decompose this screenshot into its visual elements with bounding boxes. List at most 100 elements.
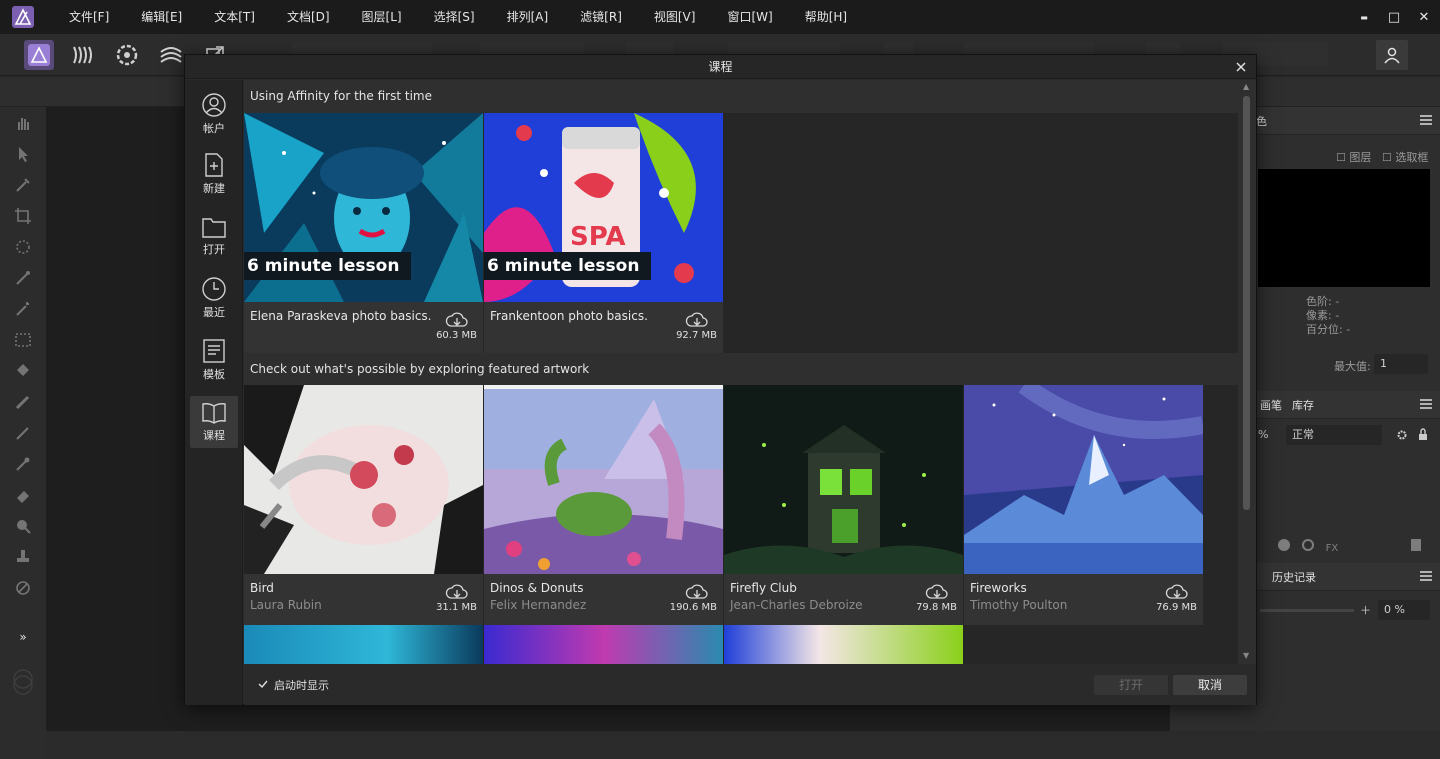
featured-thumbnail-partial[interactable] <box>244 625 483 664</box>
gear-icon[interactable] <box>1396 429 1408 441</box>
history-slider[interactable] <box>1260 609 1354 612</box>
featured-thumbnail[interactable] <box>724 385 963 574</box>
history-zoom-field[interactable]: 0 % <box>1378 600 1430 620</box>
layers-checkbox[interactable]: ☐ 图层 <box>1336 149 1371 165</box>
affinity-photo-logo-icon[interactable] <box>12 6 34 28</box>
blur-icon <box>17 519 31 534</box>
scroll-down-icon[interactable]: ▼ <box>1243 651 1249 660</box>
panel-menu-icon[interactable] <box>1420 571 1432 581</box>
close-window-button[interactable]: ✕ <box>1408 0 1440 34</box>
pixel-tool[interactable] <box>0 417 46 448</box>
scroll-up-icon[interactable]: ▲ <box>1243 82 1249 91</box>
red-eye-tool[interactable] <box>0 572 46 603</box>
cancel-button[interactable]: 取消 <box>1173 675 1247 695</box>
adjustment-icon[interactable] <box>1301 539 1314 551</box>
fx-icon[interactable]: FX <box>1326 543 1340 554</box>
maximize-button[interactable]: □ <box>1378 0 1410 34</box>
erase-tool[interactable] <box>0 479 46 510</box>
download-button[interactable]: 76.9 MB <box>1149 583 1197 613</box>
paint-brush-tool[interactable] <box>0 386 46 417</box>
nav-account[interactable]: 帐户 <box>190 88 238 140</box>
move-tool[interactable] <box>0 138 46 169</box>
wand-icon <box>16 301 29 316</box>
photo-persona-button[interactable] <box>24 40 54 70</box>
download-button[interactable]: 60.3 MB <box>429 311 477 341</box>
panel-menu-icon[interactable] <box>1420 115 1432 125</box>
tone-mapping-persona-button[interactable] <box>156 40 186 70</box>
flood-fill-tool[interactable] <box>0 355 46 386</box>
view-tool[interactable] <box>0 107 46 138</box>
liquify-persona-icon <box>73 46 92 64</box>
tab-history[interactable]: 历史记录 <box>1272 569 1316 585</box>
menu-help[interactable]: 帮助[H] <box>788 0 862 34</box>
crop-tool[interactable] <box>0 200 46 231</box>
more-tools-button[interactable]: » <box>0 621 46 652</box>
menu-layer[interactable]: 图层[L] <box>345 0 417 34</box>
menu-select[interactable]: 选择[S] <box>417 0 490 34</box>
featured-author: Felix Hernandez <box>490 598 587 612</box>
featured-thumbnail[interactable] <box>244 385 483 574</box>
menu-window[interactable]: 窗口[W] <box>710 0 787 34</box>
minimize-button[interactable]: ▬ <box>1348 0 1380 34</box>
folder-icon <box>202 218 226 238</box>
tab-brushes[interactable]: 画笔 <box>1260 397 1282 413</box>
blur-tool[interactable] <box>0 510 46 541</box>
mask-icon[interactable] <box>1278 539 1290 551</box>
open-button[interactable]: 打开 <box>1094 675 1168 695</box>
lesson-card[interactable]: SPA 6 minute lesson Frankentoon photo ba… <box>484 113 723 353</box>
blend-mode-value: 正常 <box>1292 428 1314 441</box>
tab-stock[interactable]: 库存 <box>1292 397 1314 413</box>
magic-wand-tool[interactable] <box>0 293 46 324</box>
content-scrollbar[interactable]: ▲ ▼ <box>1239 80 1255 664</box>
menu-document[interactable]: 文档[D] <box>270 0 345 34</box>
scroll-thumb[interactable] <box>1243 96 1250 510</box>
panel-menu-icon[interactable] <box>1420 399 1432 409</box>
menu-text[interactable]: 文本[T] <box>197 0 270 34</box>
color-wheel-widget[interactable] <box>0 666 46 697</box>
selection-brush-tool[interactable] <box>0 231 46 262</box>
marquee-checkbox[interactable]: ☐ 选取框 <box>1382 149 1428 165</box>
trash-icon[interactable] <box>1411 539 1422 551</box>
marquee-tool[interactable] <box>0 324 46 355</box>
firefly-club-artwork-image <box>724 385 963 574</box>
color-picker-tool[interactable] <box>0 169 46 200</box>
nav-open[interactable]: 打开 <box>190 210 238 262</box>
nav-new[interactable]: 新建 <box>190 148 238 200</box>
lesson-thumbnail[interactable]: 6 minute lesson <box>244 113 483 302</box>
tab-color[interactable]: 色 <box>1256 113 1267 129</box>
dialog-close-button[interactable] <box>1232 58 1250 76</box>
menu-filters[interactable]: 滤镜[R] <box>563 0 637 34</box>
lock-icon[interactable] <box>1418 428 1428 441</box>
clone-tool[interactable] <box>0 541 46 572</box>
liquify-persona-button[interactable] <box>68 40 98 70</box>
nav-learn[interactable]: 课程 <box>190 396 238 448</box>
develop-persona-button[interactable] <box>112 40 142 70</box>
nav-recent[interactable]: 最近 <box>190 272 238 324</box>
download-button[interactable]: 92.7 MB <box>669 311 717 341</box>
menu-view[interactable]: 视图[V] <box>637 0 711 34</box>
featured-thumbnail[interactable] <box>484 385 723 574</box>
blend-mode-select[interactable]: 正常 <box>1286 425 1382 445</box>
add-icon[interactable]: ＋ <box>1360 602 1371 618</box>
featured-card[interactable]: Firefly Club Jean-Charles Debroize 79.8 … <box>724 385 963 625</box>
featured-thumbnail[interactable] <box>964 385 1203 574</box>
show-on-startup-checkbox[interactable] <box>258 679 268 689</box>
max-value-field[interactable]: 1 <box>1374 354 1428 374</box>
featured-thumbnail-partial[interactable] <box>724 625 963 664</box>
featured-card[interactable]: Bird Laura Rubin 31.1 MB <box>244 385 483 625</box>
user-account-button[interactable] <box>1376 40 1408 70</box>
lesson-card[interactable]: 6 minute lesson Elena Paraskeva photo ba… <box>244 113 483 353</box>
featured-thumbnail-partial[interactable] <box>484 625 723 664</box>
menu-file[interactable]: 文件[F] <box>52 0 124 34</box>
featured-card[interactable]: Fireworks Timothy Poulton 76.9 MB <box>964 385 1203 625</box>
flood-select-tool[interactable] <box>0 262 46 293</box>
menu-edit[interactable]: 编辑[E] <box>124 0 197 34</box>
lesson-thumbnail[interactable]: SPA 6 minute lesson <box>484 113 723 302</box>
featured-card[interactable]: Dinos & Donuts Felix Hernandez 190.6 MB <box>484 385 723 625</box>
download-button[interactable]: 31.1 MB <box>429 583 477 613</box>
download-button[interactable]: 79.8 MB <box>909 583 957 613</box>
download-button[interactable]: 190.6 MB <box>669 583 717 613</box>
menu-arrange[interactable]: 排列[A] <box>490 0 564 34</box>
nav-templates[interactable]: 模板 <box>190 334 238 386</box>
dodge-tool[interactable] <box>0 448 46 479</box>
